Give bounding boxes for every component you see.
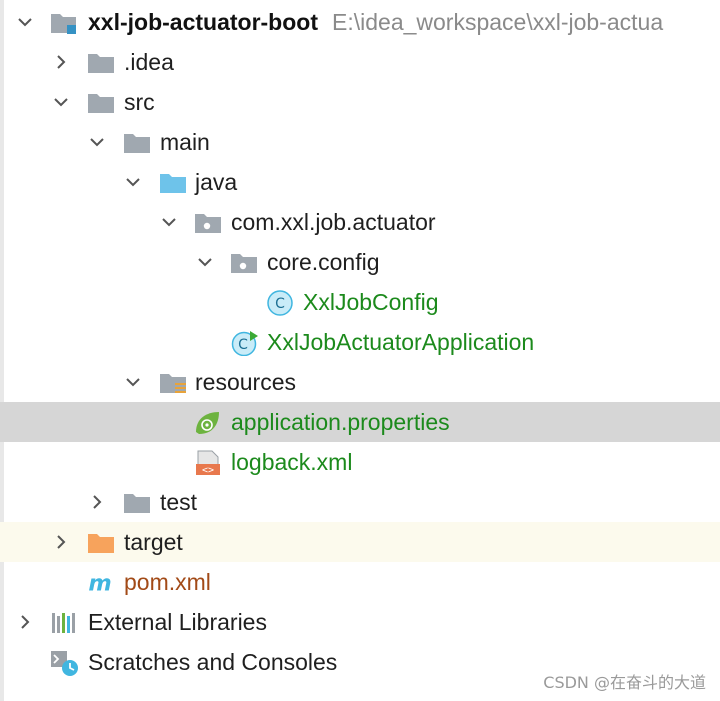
folder-icon: [124, 494, 150, 513]
tree-row-pom[interactable]: m pom.xml: [0, 562, 720, 602]
maven-icon: m: [88, 570, 111, 596]
tree-row-external-libraries[interactable]: External Libraries: [0, 602, 720, 642]
tree-label-src: src: [124, 89, 155, 115]
tree-label-core-config: core.config: [267, 249, 380, 275]
tree-label-xxl-job-config: XxlJobConfig: [303, 289, 439, 315]
tree-row-resources[interactable]: resources: [0, 362, 720, 402]
spring-boot-class-icon: C: [231, 331, 258, 356]
folder-icon: [124, 134, 150, 153]
project-path: E:\idea_workspace\xxl-job-actua: [332, 9, 664, 35]
svg-text:C: C: [275, 296, 285, 312]
tree-label-logback: logback.xml: [231, 449, 353, 475]
module-folder-icon: [51, 14, 76, 34]
tree-label-java: java: [195, 169, 238, 195]
tree-row-main[interactable]: main: [0, 122, 720, 162]
tree-row-application-class[interactable]: C XxlJobActuatorApplication: [0, 322, 720, 362]
source-folder-icon: [160, 174, 186, 193]
watermark-text: CSDN @在奋斗的大道: [543, 673, 706, 692]
chevron-right-icon[interactable]: [88, 493, 106, 511]
folder-icon: [88, 94, 114, 113]
resources-folder-icon: [160, 374, 186, 393]
tree-label-scratches: Scratches and Consoles: [88, 649, 338, 675]
tree-label-idea: .idea: [124, 49, 174, 75]
chevron-down-icon[interactable]: [16, 13, 34, 31]
tree-row-idea[interactable]: .idea: [0, 42, 720, 82]
tree-label-application-class: XxlJobActuatorApplication: [267, 329, 535, 355]
chevron-down-icon[interactable]: [52, 93, 70, 111]
chevron-right-icon[interactable]: [16, 613, 34, 631]
project-name: xxl-job-actuator-boot E:\idea_workspace\x…: [88, 9, 664, 35]
tree-row-java[interactable]: java: [0, 162, 720, 202]
chevron-down-icon[interactable]: [124, 373, 142, 391]
tree-row-target[interactable]: target: [0, 522, 720, 562]
scratches-icon: [51, 651, 78, 676]
libraries-icon: [52, 613, 75, 633]
svg-text:C: C: [238, 337, 248, 353]
chevron-down-icon[interactable]: [88, 133, 106, 151]
chevron-right-icon[interactable]: [52, 533, 70, 551]
tree-label-application-properties: application.properties: [231, 409, 450, 435]
tree-label-main: main: [160, 129, 210, 155]
tree-row-logback[interactable]: <> logback.xml: [0, 442, 720, 482]
tree-row-src[interactable]: src: [0, 82, 720, 122]
xml-file-icon: <>: [196, 450, 220, 476]
tree-row-xxl-job-config[interactable]: C XxlJobConfig: [0, 282, 720, 322]
tree-label-target: target: [124, 529, 183, 555]
svg-text:<>: <>: [202, 465, 214, 476]
tree-label-package: com.xxl.job.actuator: [231, 209, 436, 235]
tree-row-test[interactable]: test: [0, 482, 720, 522]
spring-properties-icon: [196, 412, 219, 434]
chevron-down-icon[interactable]: [124, 173, 142, 191]
tree-label-resources: resources: [195, 369, 296, 395]
folder-icon: [88, 54, 114, 73]
tree-row-project-root[interactable]: xxl-job-actuator-boot E:\idea_workspace\x…: [0, 2, 720, 42]
chevron-down-icon[interactable]: [160, 213, 178, 231]
tree-row-application-properties[interactable]: application.properties: [0, 402, 720, 442]
tree-label-pom: pom.xml: [124, 569, 211, 595]
svg-text:m: m: [88, 570, 111, 596]
chevron-down-icon[interactable]: [196, 253, 214, 271]
package-icon: [195, 214, 221, 233]
tree-row-package[interactable]: com.xxl.job.actuator: [0, 202, 720, 242]
chevron-right-icon[interactable]: [52, 53, 70, 71]
class-icon: C: [267, 290, 293, 316]
tree-row-core-config[interactable]: core.config: [0, 242, 720, 282]
tree-label-external-libraries: External Libraries: [88, 609, 267, 635]
tree-label-test: test: [160, 489, 198, 515]
excluded-folder-icon: [88, 534, 114, 553]
package-icon: [231, 254, 257, 273]
